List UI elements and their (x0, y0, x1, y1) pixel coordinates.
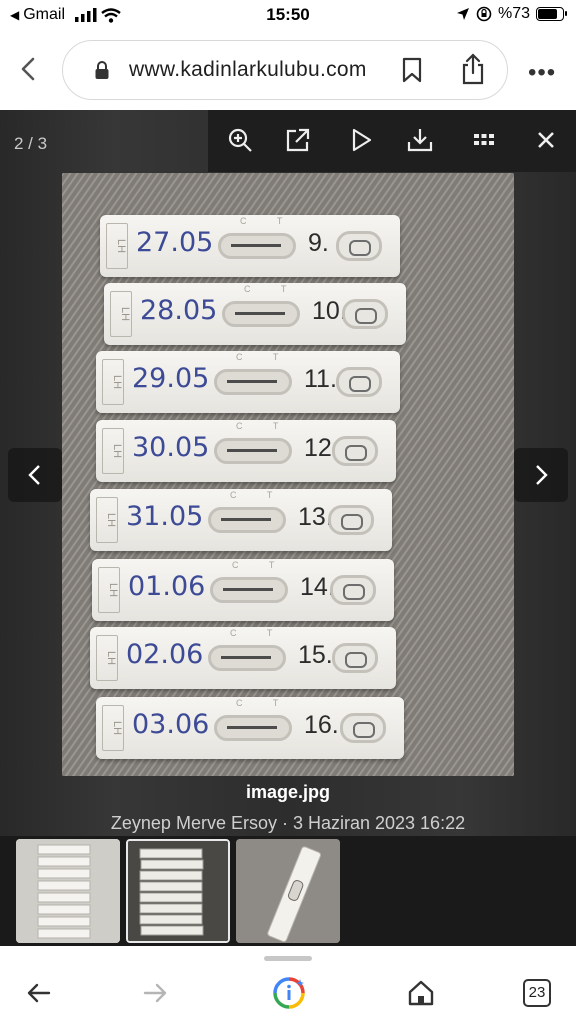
strip-date: 27.05 (136, 227, 214, 258)
rotation-lock-icon (476, 6, 492, 22)
strip-sample-well (336, 231, 382, 261)
arrow-right-icon[interactable] (140, 978, 170, 1008)
lock-icon (95, 61, 109, 79)
strip-day-number: 15. (298, 641, 333, 669)
test-strip: LH C T 01.06 14. (92, 559, 394, 621)
thumbnail-3[interactable] (236, 839, 340, 943)
strip-ct-label: C T (230, 628, 287, 638)
url-text: www.kadinlarkulubu.com (129, 58, 367, 81)
strip-ct-label: C T (232, 560, 289, 570)
test-strip: LH C T 27.05 9. (100, 215, 400, 277)
battery-percent: %73 (497, 5, 530, 22)
strip-day-number: 16. (304, 711, 339, 739)
test-strip: LH C T 03.06 16. (96, 697, 404, 759)
main-photo: LH C T 27.05 9. LH C T 28.05 10. LH C T 29.05 11. LH… (62, 173, 514, 776)
battery-icon (536, 7, 567, 21)
zoom-in-icon[interactable] (226, 126, 254, 154)
strip-result-window (214, 715, 292, 741)
strip-result-window (208, 507, 286, 533)
viewer-actions (208, 110, 576, 172)
image-title: image.jpg (245, 782, 330, 802)
address-field[interactable]: www.kadinlarkulubu.com (62, 40, 508, 100)
strip-date: 02.06 (126, 639, 204, 670)
thumbnail-strip (0, 836, 576, 946)
strip-day-number: 9. (308, 229, 329, 257)
strip-date: 01.06 (128, 571, 206, 602)
thumbnail-2-image (128, 841, 228, 941)
arrow-left-icon[interactable] (24, 978, 54, 1008)
test-strip: LH C T 29.05 11. (96, 351, 400, 413)
thumbnail-3-image (236, 839, 340, 943)
strip-sample-well (340, 713, 386, 743)
strip-ct-label: C T (236, 352, 293, 362)
strip-date: 31.05 (126, 501, 204, 532)
strip-lh-label: LH (102, 359, 124, 405)
image-meta: Zeynep Merve Ersoy · 3 Haziran 2023 16:2… (110, 813, 466, 833)
browser-bottom-bar: 23 (0, 946, 576, 1024)
more-menu-icon[interactable]: ••• (528, 59, 556, 87)
strip-ct-label: C T (244, 284, 301, 294)
strip-sample-well (328, 505, 374, 535)
share-icon[interactable] (460, 53, 486, 85)
thumbnail-2[interactable] (126, 839, 230, 943)
chevron-left-icon[interactable] (14, 54, 44, 84)
test-strip: LH C T 02.06 15. (90, 627, 396, 689)
strip-lh-label: LH (98, 567, 120, 613)
test-strip: LH C T 28.05 10. (104, 283, 406, 345)
strip-result-window (208, 645, 286, 671)
test-strip: LH C T 31.05 13. (90, 489, 392, 551)
strip-ct-label: C T (236, 421, 293, 431)
strip-lh-label: LH (102, 705, 124, 751)
strip-lh-label: LH (102, 428, 124, 474)
strip-lh-label: LH (96, 635, 118, 681)
close-icon[interactable] (532, 126, 560, 154)
bookmark-icon[interactable] (401, 57, 423, 83)
next-image-button[interactable] (514, 448, 568, 502)
strip-lh-label: LH (106, 223, 128, 269)
strip-lh-label: LH (110, 291, 132, 337)
strip-ct-label: C T (236, 698, 293, 708)
thumbnail-1[interactable] (16, 839, 120, 943)
grid-icon[interactable] (470, 126, 498, 154)
status-right: %73 (456, 5, 567, 23)
location-icon (456, 8, 469, 20)
home-icon[interactable] (406, 978, 436, 1008)
test-strip: LH C T 30.05 12. (96, 420, 396, 482)
strip-ct-label: C T (230, 490, 287, 500)
download-icon[interactable] (406, 126, 434, 154)
google-discover-icon[interactable] (272, 976, 306, 1010)
strip-date: 30.05 (132, 432, 210, 463)
strip-sample-well (342, 299, 388, 329)
strip-date: 29.05 (132, 363, 210, 394)
play-icon[interactable] (347, 126, 375, 154)
tab-switcher-button[interactable]: 23 (523, 979, 551, 1007)
strip-date: 28.05 (140, 295, 218, 326)
strip-result-window (210, 577, 288, 603)
strip-date: 03.06 (132, 709, 210, 740)
chevron-right-icon (536, 465, 548, 485)
strip-result-window (214, 438, 292, 464)
thumbnail-1-image (16, 839, 120, 943)
open-external-icon[interactable] (284, 126, 312, 154)
strip-sample-well (332, 436, 378, 466)
strip-result-window (218, 233, 296, 259)
chevron-left-icon (28, 465, 40, 485)
viewer-toolbar: 2 / 3 (0, 110, 576, 172)
strip-lh-label: LH (96, 497, 118, 543)
strip-ct-label: C T (240, 216, 297, 226)
strip-sample-well (330, 575, 376, 605)
strip-sample-well (332, 643, 378, 673)
strip-sample-well (336, 367, 382, 397)
sheet-handle[interactable] (264, 956, 312, 961)
image-viewer: 2 / 3 LH C T 27.05 9. LH C T 28.05 10. L… (0, 110, 576, 946)
image-counter: 2 / 3 (14, 134, 48, 153)
strip-result-window (214, 369, 292, 395)
strip-day-number: 11. (304, 365, 337, 393)
strip-result-window (222, 301, 300, 327)
previous-image-button[interactable] (8, 448, 62, 502)
browser-url-bar: www.kadinlarkulubu.com ••• (0, 32, 576, 110)
status-bar: ◀ Gmail 15:50 %73 (0, 0, 576, 32)
